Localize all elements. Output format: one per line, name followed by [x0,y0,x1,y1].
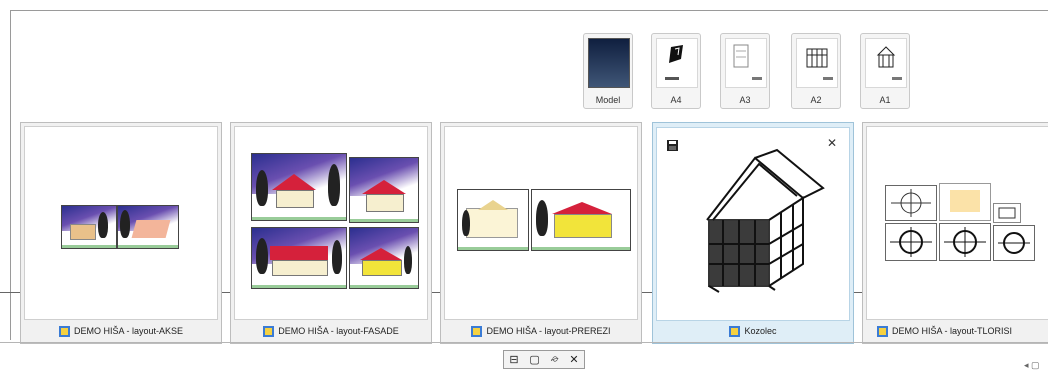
drawing-sheet [531,189,631,251]
drawing-sheet [457,189,529,251]
layout-caption: DEMO HIŠA - layout-PREREZI [441,321,641,341]
open-icon[interactable]: ⌮ [550,353,558,366]
layout-card-kozolec[interactable]: ✕ Kozolec [652,122,854,344]
drawing-sheet [61,205,117,249]
layout-doc-icon [729,325,741,337]
layout-caption: Kozolec [653,321,853,341]
layout-doc-icon [471,325,483,337]
layout-preview: ✕ [656,127,850,321]
panel-border-bottom [0,342,1048,343]
drawing-sheet [993,203,1021,223]
close-icon[interactable]: ✕ [569,353,578,366]
drawing-sheet [117,205,179,249]
drawing-sheet [885,185,937,221]
panel-border-top [10,10,1048,11]
layout-caption: DEMO HIŠA - layout-FASADE [231,321,431,341]
layout-caption: DEMO HIŠA - layout-AKSE [21,321,221,341]
drawing-sheet [939,223,991,261]
layout-preview [866,126,1048,320]
pin-icon[interactable]: ⊟ [509,353,518,366]
layout-doc-icon [58,325,70,337]
drawing-sheet [349,227,419,289]
template-a4-button[interactable]: A4 [651,33,701,109]
layout-preview [234,126,428,320]
layout-card-prerezi[interactable]: DEMO HIŠA - layout-PREREZI [440,122,642,344]
layout-doc-icon [877,325,888,337]
scroll-corner[interactable]: ◂ ▢ [1024,360,1046,371]
drawing-sheet [885,223,937,261]
drawing-sheet [251,153,347,221]
layout-caption: DEMO HIŠA - layout-TLORISI [863,321,1048,341]
template-a2-button[interactable]: A2 [791,33,841,109]
layout-card-fasade[interactable]: DEMO HIŠA - layout-FASADE [230,122,432,344]
layout-card-akse[interactable]: DEMO HIŠA - layout-AKSE [20,122,222,344]
a4-sheet-icon [656,38,698,88]
template-label: Model [595,95,621,105]
drawing-sheet [939,183,991,221]
layout-preview [24,126,218,320]
template-label: A4 [670,95,682,105]
template-label: A3 [739,95,751,105]
template-a3-button[interactable]: A3 [720,33,770,109]
template-label: A2 [810,95,822,105]
layout-toolbar: ⊟ ▢ ⌮ ✕ [503,350,585,369]
layout-preview [444,126,638,320]
model-icon [588,38,630,88]
template-model-button[interactable]: Model [583,33,633,109]
template-label: A1 [879,95,891,105]
strip-line [0,292,22,293]
a1-sheet-icon [865,38,907,88]
layout-card-tlorisi[interactable]: DEMO HIŠA - layout-TLORISI [862,122,1048,344]
template-a1-button[interactable]: A1 [860,33,910,109]
panel-border-left [10,10,11,340]
new-sheet-icon[interactable]: ▢ [529,353,539,366]
layout-doc-icon [263,325,275,337]
drawing-sheet [251,227,347,289]
a2-sheet-icon [796,38,838,88]
drawing-sheet [349,157,419,223]
a3-sheet-icon [725,38,767,88]
kozolec-drawing [706,148,825,293]
drawing-sheet [993,225,1035,261]
